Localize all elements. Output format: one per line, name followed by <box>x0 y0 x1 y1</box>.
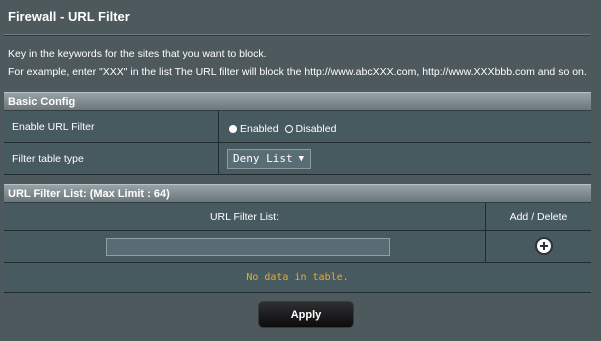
filter-table-type-row: Filter table type Deny List ▼ <box>4 143 591 175</box>
enabled-radio[interactable] <box>229 124 237 133</box>
column-divider <box>485 231 486 262</box>
url-keyword-input[interactable] <box>106 238 390 256</box>
enable-url-filter-label: Enable URL Filter <box>12 121 95 133</box>
chevron-down-icon: ▼ <box>298 154 304 164</box>
url-filter-list-heading: URL Filter List: (Max Limit : 64) <box>4 184 591 203</box>
page-title: Firewall - URL Filter <box>8 9 130 24</box>
description-line-1: Key in the keywords for the sites that y… <box>8 48 267 60</box>
filter-table-type-label: Filter table type <box>12 153 84 165</box>
apply-button[interactable]: Apply <box>258 301 354 328</box>
disabled-radio[interactable] <box>284 124 293 133</box>
row-divider <box>218 143 219 174</box>
enable-radio-group: Enabled Disabled <box>229 120 342 138</box>
url-filter-list-column-header: URL Filter List: <box>209 211 280 223</box>
basic-config-heading: Basic Config <box>4 92 591 111</box>
add-delete-column-header: Add / Delete <box>509 211 568 223</box>
empty-table-message: No data in table. <box>4 263 591 293</box>
description-line-2: For example, enter "XXX" in the list The… <box>8 66 587 78</box>
url-add-row <box>4 231 591 263</box>
filter-table-type-value: Deny List <box>233 152 293 165</box>
title-divider <box>4 34 590 36</box>
disabled-radio-label[interactable]: Disabled <box>296 123 337 135</box>
plus-circle-icon[interactable] <box>535 237 553 255</box>
enable-url-filter-row: Enable URL Filter Enabled Disabled <box>4 111 591 143</box>
enabled-radio-label[interactable]: Enabled <box>240 123 279 135</box>
row-divider <box>218 111 219 142</box>
url-filter-table-header: URL Filter List: Add / Delete <box>4 203 591 231</box>
filter-table-type-select[interactable]: Deny List ▼ <box>227 149 311 169</box>
